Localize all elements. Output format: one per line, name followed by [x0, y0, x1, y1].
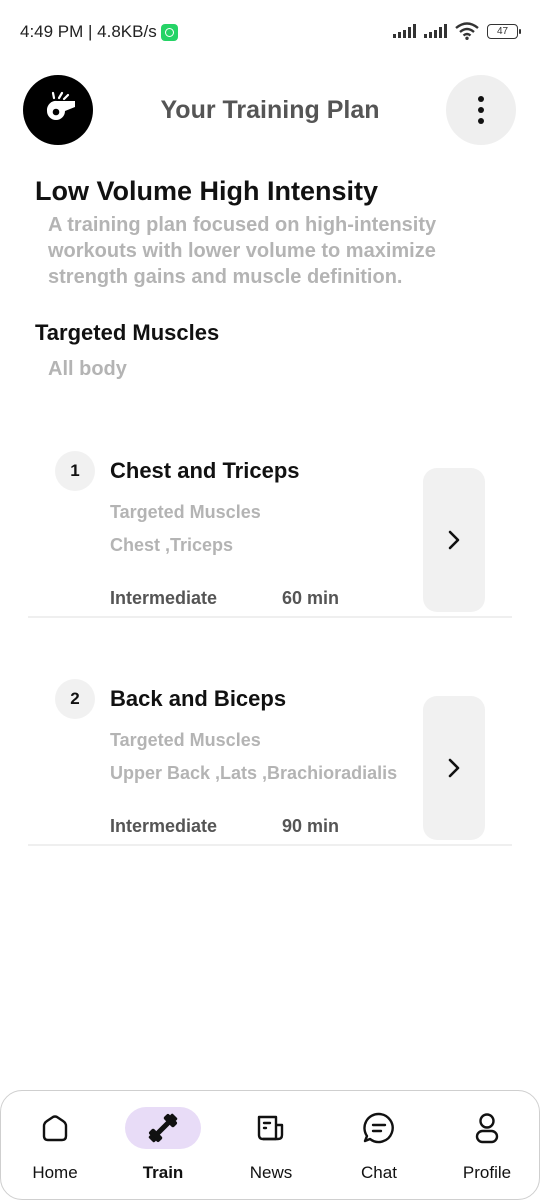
bottom-nav: Home Train News Chat Profile — [0, 1090, 540, 1200]
status-bar: 4:49 PM | 4.8KB/s 47 — [0, 0, 540, 64]
workout-muscles: Upper Back ,Lats ,Brachioradialis — [110, 763, 398, 783]
plan-description: A training plan focused on high-intensit… — [48, 214, 437, 288]
whatsapp-icon — [160, 23, 178, 41]
workout-title: Chest and Triceps — [110, 458, 300, 483]
workout-card[interactable]: 2 Back and Biceps Targeted Muscles Upper… — [28, 668, 512, 846]
wifi-icon — [455, 22, 479, 40]
workout-muscles-label: Targeted Muscles — [110, 730, 261, 750]
workout-number: 2 — [55, 679, 95, 719]
workout-duration: 60 min — [282, 588, 340, 608]
dumbbell-icon — [148, 1113, 178, 1143]
plan-title: Low Volume High Intensity — [35, 176, 379, 206]
nav-item-news[interactable]: News — [217, 1091, 325, 1199]
workout-card[interactable]: 1 Chest and Triceps Targeted Muscles Che… — [28, 440, 512, 618]
signal-icon — [424, 24, 447, 38]
status-time-speed: 4:49 PM | 4.8KB/s — [20, 22, 157, 41]
workout-muscles: Chest ,Triceps — [110, 535, 234, 555]
workout-muscles-label: Targeted Muscles — [110, 502, 261, 522]
newspaper-icon — [257, 1115, 284, 1141]
workout-level: Intermediate — [110, 816, 218, 836]
workout-title: Back and Biceps — [110, 686, 287, 711]
chevron-right-icon — [448, 758, 460, 778]
nav-label: Home — [32, 1163, 78, 1182]
workout-number: 1 — [55, 451, 95, 491]
open-workout-button[interactable] — [423, 468, 485, 612]
nav-item-home[interactable]: Home — [1, 1091, 109, 1199]
nav-label: Profile — [462, 1163, 512, 1182]
workout-duration: 90 min — [282, 816, 340, 836]
chat-bubble-icon — [363, 1112, 394, 1144]
nav-label: News — [249, 1163, 293, 1182]
status-left: 4:49 PM | 4.8KB/s — [20, 22, 178, 42]
nav-label: Train — [142, 1163, 184, 1182]
home-icon — [42, 1115, 68, 1142]
nav-item-chat[interactable]: Chat — [325, 1091, 433, 1199]
targeted-muscles-heading: Targeted Muscles — [35, 320, 220, 345]
open-workout-button[interactable] — [423, 696, 485, 840]
app-header: Your Training Plan — [0, 72, 540, 148]
status-right: 47 — [393, 22, 521, 40]
battery-level: 47 — [496, 25, 509, 37]
nav-label: Chat — [361, 1163, 397, 1182]
more-options-button[interactable] — [446, 75, 516, 145]
nav-item-profile[interactable]: Profile — [433, 1091, 540, 1199]
nav-item-train[interactable]: Train — [109, 1091, 217, 1199]
signal-icon — [393, 24, 416, 38]
battery-icon: 47 — [487, 23, 521, 39]
user-icon — [475, 1113, 499, 1144]
chevron-right-icon — [448, 530, 460, 550]
targeted-muscles-value: All body — [48, 358, 127, 380]
workout-level: Intermediate — [110, 588, 218, 608]
more-vertical-icon — [478, 96, 484, 102]
